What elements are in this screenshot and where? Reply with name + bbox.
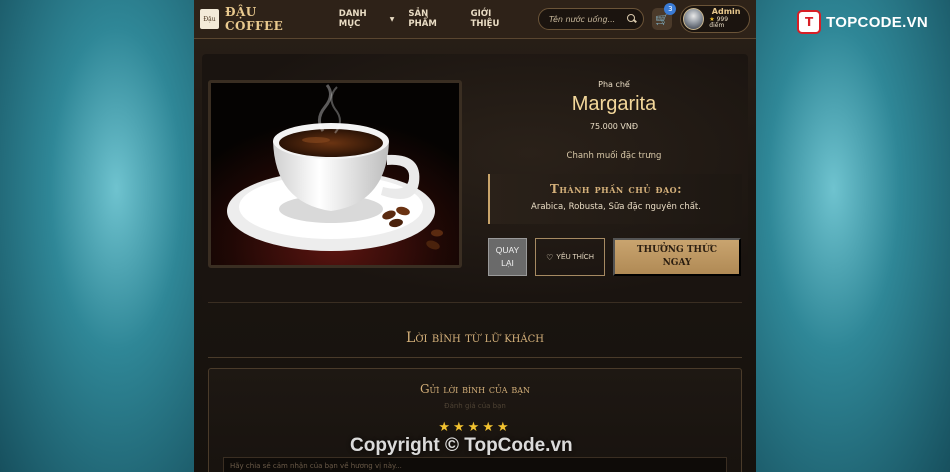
search-input[interactable] xyxy=(549,14,627,24)
review-comment-input[interactable] xyxy=(223,457,727,472)
ingredients-box: Thành phần chủ đạo: Arabica, Robusta, Sữ… xyxy=(488,174,742,224)
product-category: Pha chế xyxy=(598,80,630,89)
avatar[interactable] xyxy=(683,8,705,30)
nav-links: DANH MỤC ▼ SẢN PHẨM GIỚI THIỆU xyxy=(339,9,520,29)
product-name: Margarita xyxy=(571,93,657,115)
reviews-divider xyxy=(208,357,742,358)
heart-icon: ♡ xyxy=(546,252,554,262)
brand-name[interactable]: ĐẬU COFFEE xyxy=(225,5,315,33)
background-left xyxy=(0,0,194,472)
search-box xyxy=(538,8,644,30)
user-points-row: ★ 999 điểm xyxy=(709,16,743,30)
user-menu[interactable]: Admin ★ 999 điểm xyxy=(680,5,750,33)
section-divider xyxy=(208,302,742,303)
nav-link-danh-muc[interactable]: DANH MỤC ▼ xyxy=(339,9,395,29)
product-card: Pha chế Margarita 75.000 VNĐ Chanh muối … xyxy=(202,54,748,302)
navbar: Đậu ĐẬU COFFEE DANH MỤC ▼ SẢN PHẨM GIỚI … xyxy=(194,0,756,39)
star-rating: ★★★★★ xyxy=(209,420,741,435)
watermark-logo-icon: T xyxy=(797,10,822,34)
star-icon[interactable]: ★ xyxy=(482,420,497,435)
star-icon[interactable]: ★ xyxy=(497,420,512,435)
product-image xyxy=(208,80,462,268)
brand-logo[interactable]: Đậu xyxy=(200,9,219,29)
ingredients-list: Arabica, Robusta, Sữa đặc nguyên chất. xyxy=(531,202,701,212)
watermark-copyright: Copyright © TopCode.vn xyxy=(350,435,573,456)
cart-button[interactable]: 🛒 3 xyxy=(651,3,677,30)
nav-link-gioi-thieu[interactable]: GIỚI THIỆU xyxy=(471,9,520,29)
app-window: Đậu ĐẬU COFFEE DANH MỤC ▼ SẢN PHẨM GIỚI … xyxy=(194,0,756,472)
product-description: Chanh muối đặc trưng xyxy=(566,151,662,161)
coffee-cup-illustration xyxy=(211,83,459,265)
favorite-label: YÊU THÍCH xyxy=(556,253,594,261)
reviews-section-title: Lời bình từ lữ khách xyxy=(406,330,544,346)
star-icon[interactable]: ★ xyxy=(438,420,453,435)
star-icon[interactable]: ★ xyxy=(453,420,468,435)
search-icon[interactable] xyxy=(626,14,637,24)
background-right xyxy=(756,0,950,472)
caret-down-icon: ▼ xyxy=(389,15,395,23)
nav-link-label: DANH MỤC xyxy=(338,9,367,29)
review-form-title: Gửi lời bình của bạn xyxy=(419,382,531,396)
ingredients-title: Thành phần chủ đạo: xyxy=(549,182,683,196)
brand[interactable]: Đậu ĐẬU COFFEE xyxy=(200,5,315,33)
cart-count-badge: 3 xyxy=(664,3,677,15)
watermark-logo-text: TOPCODE.VN xyxy=(826,13,928,31)
order-button[interactable]: THƯỞNG THỨC NGAY xyxy=(613,238,741,276)
product-actions: QUAY LẠI ♡ YÊU THÍCH THƯỞNG THỨC NGAY xyxy=(488,238,741,276)
user-info: Admin ★ 999 điểm xyxy=(709,7,743,30)
back-button[interactable]: QUAY LẠI xyxy=(488,238,527,276)
watermark-logo: T TOPCODE.VN xyxy=(797,10,928,34)
nav-link-san-pham[interactable]: SẢN PHẨM xyxy=(408,9,456,29)
product-info: Pha chế Margarita 75.000 VNĐ Chanh muối … xyxy=(484,80,744,161)
product-price: 75.000 VNĐ xyxy=(589,122,639,131)
favorite-button[interactable]: ♡ YÊU THÍCH xyxy=(535,238,605,276)
nav-link-label: GIỚI THIỆU xyxy=(470,9,500,29)
star-icon[interactable]: ★ xyxy=(468,420,483,435)
review-form-subtitle: Đánh giá của bạn xyxy=(444,402,506,410)
nav-link-label: SẢN PHẨM xyxy=(408,9,437,29)
